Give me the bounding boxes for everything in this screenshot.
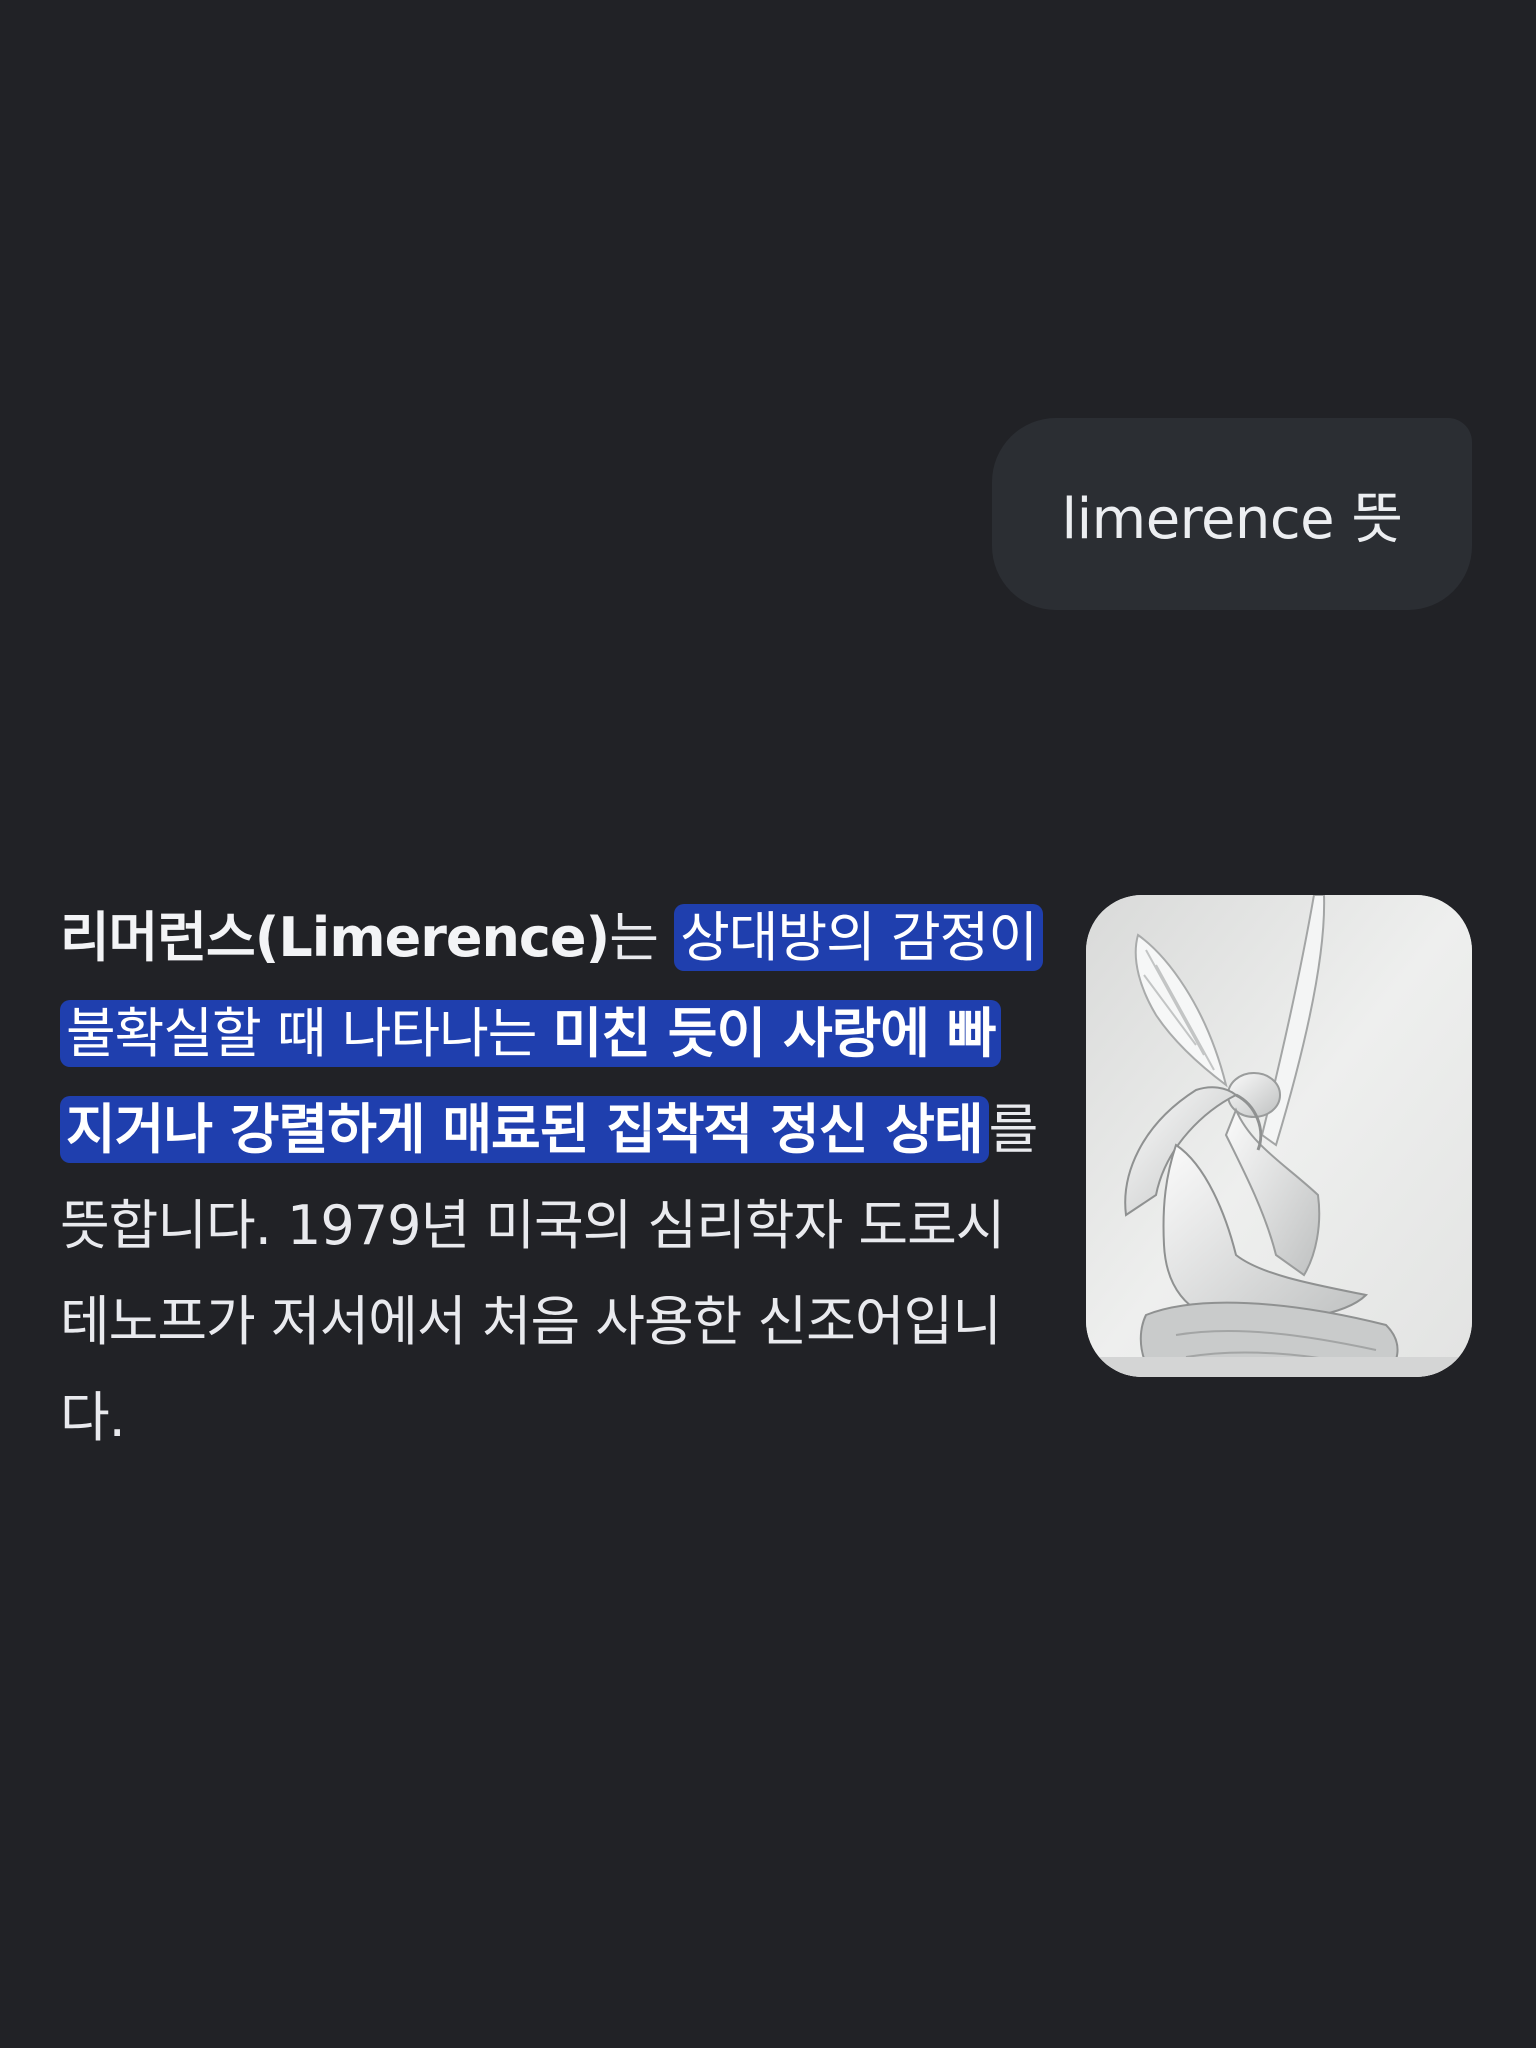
user-query-text: limerence 뜻 xyxy=(1061,486,1403,552)
user-query-bubble: limerence 뜻 xyxy=(992,418,1472,610)
answer-term: 리머런스(Limerence) xyxy=(60,906,610,969)
answer-paragraph: 리머런스(Limerence)는 상대방의 감정이 불확실할 때 나타나는 미친… xyxy=(60,890,1044,1466)
statue-image[interactable] xyxy=(1086,895,1472,1377)
answer-term-suffix: 는 xyxy=(609,906,675,969)
statue-image-art xyxy=(1086,895,1472,1377)
